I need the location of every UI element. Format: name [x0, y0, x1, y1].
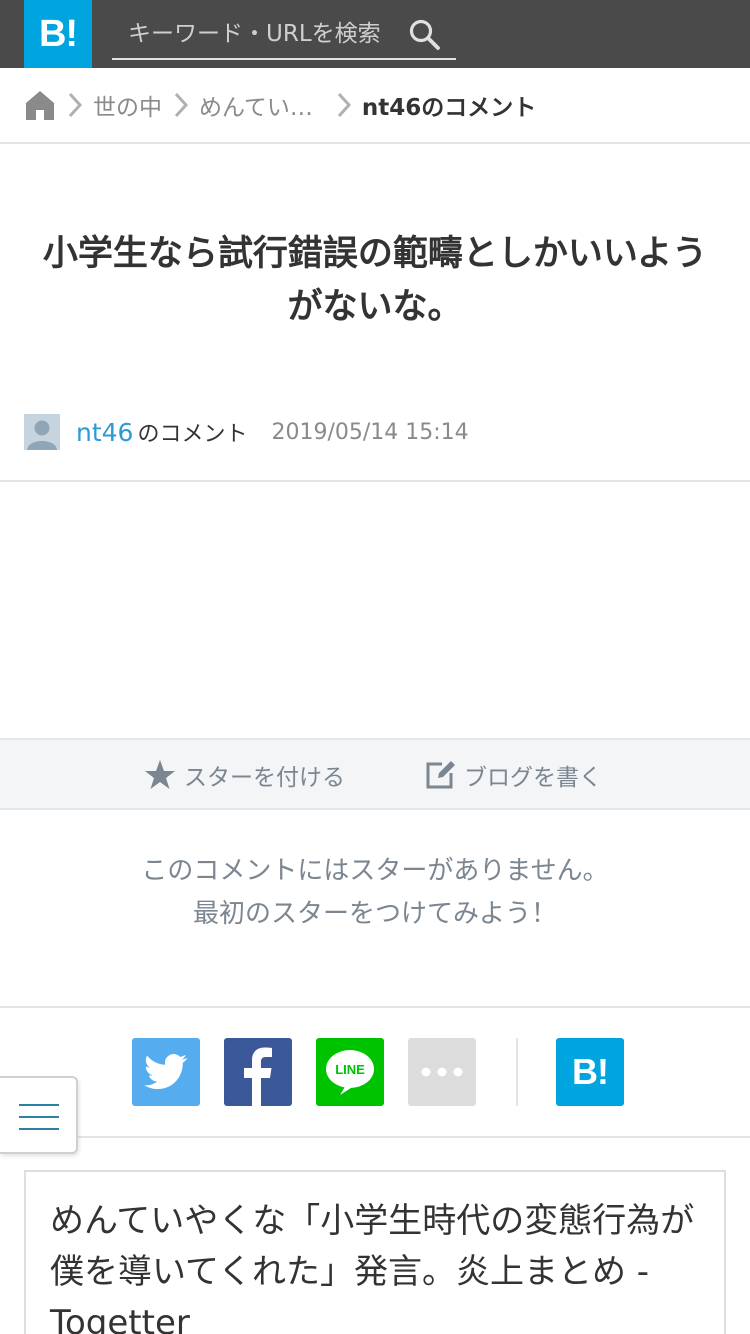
- write-blog-label: ブログを書く: [464, 765, 602, 791]
- comment-meta: nt46 のコメント 2019/05/14 15:14: [24, 412, 469, 452]
- divider: [0, 1006, 750, 1008]
- hamburger-line: [19, 1104, 59, 1106]
- search-box: [112, 12, 456, 60]
- hamburger-line: [19, 1128, 59, 1130]
- facebook-icon: [244, 1047, 272, 1106]
- search-icon[interactable]: [408, 18, 442, 52]
- twitter-bird-icon: [144, 1054, 188, 1090]
- chevron-right-icon: [174, 92, 189, 118]
- add-star-label: スターを付ける: [184, 765, 345, 791]
- breadcrumb: 世の中 めんてい… nt46のコメント: [0, 68, 750, 144]
- add-star-button[interactable]: スターを付ける: [144, 756, 345, 794]
- divider: [0, 1136, 750, 1138]
- divider: [0, 480, 750, 482]
- star-icon: [145, 760, 175, 789]
- chevron-right-icon: [337, 92, 351, 118]
- hatena-logo[interactable]: B!: [24, 0, 92, 68]
- share-facebook-button[interactable]: [224, 1038, 292, 1106]
- hatena-bookmark-button[interactable]: B!: [556, 1038, 624, 1106]
- line-logo-text: LINE: [335, 1062, 365, 1077]
- edit-icon: [426, 761, 455, 789]
- no-stars-line-2: 最初のスターをつけてみよう！: [192, 899, 557, 929]
- more-dots-icon: [421, 1067, 463, 1077]
- comment-date[interactable]: 2019/05/14 15:14: [271, 420, 468, 445]
- entry-title[interactable]: めんていやくな「小学生時代の変態行為が僕を導いてくれた」発言。炎上まとめ - T…: [50, 1196, 710, 1334]
- no-stars-line-1: このコメントにはスターがありません。: [141, 856, 609, 886]
- app-header: B!: [0, 0, 750, 68]
- chevron-right-icon: [68, 92, 83, 118]
- menu-button[interactable]: [0, 1076, 78, 1154]
- home-icon[interactable]: [24, 89, 56, 121]
- vertical-divider: [516, 1038, 518, 1106]
- breadcrumb-item-entry[interactable]: めんてい…: [199, 88, 313, 122]
- share-line-button[interactable]: LINE: [316, 1038, 384, 1106]
- breadcrumb-item-category[interactable]: 世の中: [93, 88, 162, 122]
- search-input[interactable]: [112, 12, 402, 56]
- comment-user-link[interactable]: nt46: [76, 418, 133, 447]
- user-silhouette-icon: [24, 414, 60, 450]
- action-bar: スターを付ける ブログを書く: [0, 738, 750, 810]
- line-icon: LINE: [326, 1050, 374, 1095]
- no-stars-message: このコメントにはスターがありません。 最初のスターをつけてみよう！: [0, 850, 750, 936]
- hamburger-line: [19, 1116, 59, 1118]
- breadcrumb-current: nt46のコメント: [361, 95, 537, 121]
- share-more-button[interactable]: [408, 1038, 476, 1106]
- share-twitter-button[interactable]: [132, 1038, 200, 1106]
- write-blog-button[interactable]: ブログを書く: [424, 756, 602, 794]
- avatar[interactable]: [24, 414, 60, 450]
- comment-user-suffix: のコメント: [137, 422, 248, 447]
- entry-card[interactable]: めんていやくな「小学生時代の変態行為が僕を導いてくれた」発言。炎上まとめ - T…: [24, 1170, 726, 1334]
- comment-text: 小学生なら試行錯誤の範疇としかいいようがないな。: [42, 234, 708, 327]
